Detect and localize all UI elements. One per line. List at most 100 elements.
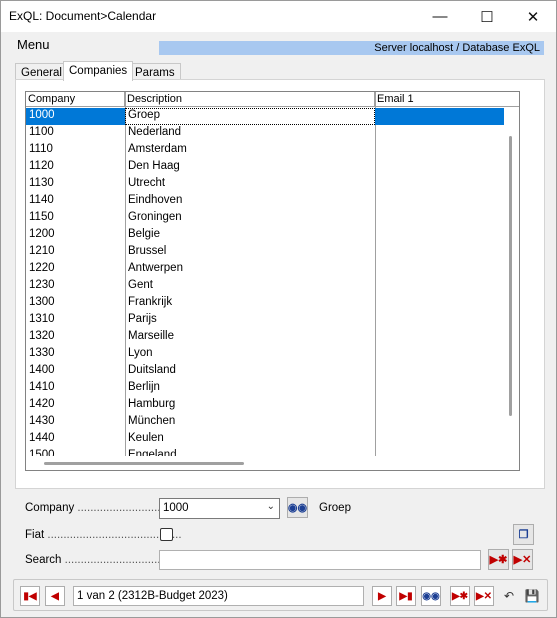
company-code-cell[interactable]: 1320 xyxy=(26,329,125,346)
description-cell[interactable]: Amsterdam xyxy=(125,142,375,159)
table-row[interactable]: 1120 Den Haag xyxy=(26,159,519,176)
table-row[interactable]: 1150 Groningen xyxy=(26,210,519,227)
save-button[interactable]: 💾 xyxy=(522,586,542,606)
company-code-cell[interactable]: 1140 xyxy=(26,193,125,210)
table-row[interactable]: 1330 Lyon xyxy=(26,346,519,363)
lookup-company-button[interactable]: ◉◉ xyxy=(287,497,308,518)
company-code-cell[interactable]: 1400 xyxy=(26,363,125,380)
email-cell[interactable] xyxy=(375,431,504,448)
table-row[interactable]: 1200 Belgie xyxy=(26,227,519,244)
description-cell[interactable]: Groep xyxy=(125,108,375,125)
company-code-cell[interactable]: 1330 xyxy=(26,346,125,363)
email-cell[interactable] xyxy=(375,210,504,227)
email-cell[interactable] xyxy=(375,227,504,244)
description-cell[interactable]: Frankrijk xyxy=(125,295,375,312)
previous-record-button[interactable]: ◀ xyxy=(45,586,65,606)
next-record-button[interactable]: ▶ xyxy=(372,586,392,606)
description-cell[interactable]: Duitsland xyxy=(125,363,375,380)
table-row[interactable]: 1140 Eindhoven xyxy=(26,193,519,210)
column-header-email[interactable]: Email 1 xyxy=(375,92,519,107)
company-code-cell[interactable]: 1310 xyxy=(26,312,125,329)
company-code-cell[interactable]: 1220 xyxy=(26,261,125,278)
email-cell[interactable] xyxy=(375,278,504,295)
menu-button[interactable]: Menu xyxy=(17,37,50,52)
email-cell[interactable] xyxy=(375,414,504,431)
companies-grid[interactable]: Company Description Email 1 1000 Groep 110… xyxy=(25,91,520,471)
company-code-cell[interactable]: 1120 xyxy=(26,159,125,176)
description-cell[interactable]: Utrecht xyxy=(125,176,375,193)
table-row[interactable]: 1400 Duitsland xyxy=(26,363,519,380)
table-row[interactable]: 1230 Gent xyxy=(26,278,519,295)
company-code-cell[interactable]: 1150 xyxy=(26,210,125,227)
email-cell[interactable] xyxy=(375,108,504,125)
email-cell[interactable] xyxy=(375,397,504,414)
table-row[interactable]: 1430 München xyxy=(26,414,519,431)
company-code-cell[interactable]: 1410 xyxy=(26,380,125,397)
horizontal-scrollbar[interactable] xyxy=(26,456,504,470)
company-code-cell[interactable]: 1130 xyxy=(26,176,125,193)
email-cell[interactable] xyxy=(375,363,504,380)
delete-record-button[interactable]: ▶✕ xyxy=(512,549,533,570)
company-code-cell[interactable]: 1100 xyxy=(26,125,125,142)
email-cell[interactable] xyxy=(375,346,504,363)
table-row[interactable]: 1130 Utrecht xyxy=(26,176,519,193)
table-row[interactable]: 1220 Antwerpen xyxy=(26,261,519,278)
email-cell[interactable] xyxy=(375,295,504,312)
horizontal-scroll-thumb[interactable] xyxy=(44,462,244,465)
company-code-cell[interactable]: 1430 xyxy=(26,414,125,431)
fiat-checkbox[interactable] xyxy=(160,528,173,541)
description-cell[interactable]: Antwerpen xyxy=(125,261,375,278)
copy-button[interactable]: ❐ xyxy=(513,524,534,545)
description-cell[interactable]: Berlijn xyxy=(125,380,375,397)
description-cell[interactable]: Groningen xyxy=(125,210,375,227)
description-cell[interactable]: Gent xyxy=(125,278,375,295)
close-button[interactable]: ✕ xyxy=(510,1,556,32)
vertical-scrollbar[interactable] xyxy=(502,108,519,453)
vertical-scroll-thumb[interactable] xyxy=(509,136,512,416)
company-code-cell[interactable]: 1300 xyxy=(26,295,125,312)
description-cell[interactable]: Nederland xyxy=(125,125,375,142)
table-row[interactable]: 1110 Amsterdam xyxy=(26,142,519,159)
minimize-button[interactable]: — xyxy=(417,1,463,32)
company-code-cell[interactable]: 1440 xyxy=(26,431,125,448)
table-row[interactable]: 1320 Marseille xyxy=(26,329,519,346)
email-cell[interactable] xyxy=(375,142,504,159)
email-cell[interactable] xyxy=(375,193,504,210)
find-button[interactable]: ◉◉ xyxy=(421,586,441,606)
description-cell[interactable]: Parijs xyxy=(125,312,375,329)
table-row[interactable]: 1100 Nederland xyxy=(26,125,519,142)
maximize-button[interactable]: ☐ xyxy=(464,1,510,32)
column-header-company[interactable]: Company xyxy=(26,92,125,107)
description-cell[interactable]: Den Haag xyxy=(125,159,375,176)
undo-button[interactable]: ↶ xyxy=(499,586,519,606)
table-row[interactable]: 1300 Frankrijk xyxy=(26,295,519,312)
company-code-cell[interactable]: 1000 xyxy=(26,108,125,125)
table-row[interactable]: 1440 Keulen xyxy=(26,431,519,448)
nav-new-record-button[interactable]: ▶✱ xyxy=(450,586,470,606)
search-input[interactable] xyxy=(159,550,481,570)
description-cell[interactable]: Marseille xyxy=(125,329,375,346)
email-cell[interactable] xyxy=(375,380,504,397)
table-row[interactable]: 1000 Groep xyxy=(26,108,519,125)
company-code-cell[interactable]: 1110 xyxy=(26,142,125,159)
company-combobox[interactable]: 1000 ⌄ xyxy=(159,498,280,519)
company-code-cell[interactable]: 1200 xyxy=(26,227,125,244)
email-cell[interactable] xyxy=(375,176,504,193)
nav-delete-record-button[interactable]: ▶✕ xyxy=(474,586,494,606)
column-header-description[interactable]: Description xyxy=(125,92,375,107)
company-code-cell[interactable]: 1210 xyxy=(26,244,125,261)
table-row[interactable]: 1210 Brussel xyxy=(26,244,519,261)
email-cell[interactable] xyxy=(375,244,504,261)
description-cell[interactable]: Brussel xyxy=(125,244,375,261)
description-cell[interactable]: Hamburg xyxy=(125,397,375,414)
table-row[interactable]: 1420 Hamburg xyxy=(26,397,519,414)
new-record-button[interactable]: ▶✱ xyxy=(488,549,509,570)
last-record-button[interactable]: ▶▮ xyxy=(396,586,416,606)
description-cell[interactable]: München xyxy=(125,414,375,431)
email-cell[interactable] xyxy=(375,329,504,346)
table-row[interactable]: 1410 Berlijn xyxy=(26,380,519,397)
company-code-cell[interactable]: 1420 xyxy=(26,397,125,414)
email-cell[interactable] xyxy=(375,125,504,142)
table-row[interactable]: 1310 Parijs xyxy=(26,312,519,329)
description-cell[interactable]: Keulen xyxy=(125,431,375,448)
